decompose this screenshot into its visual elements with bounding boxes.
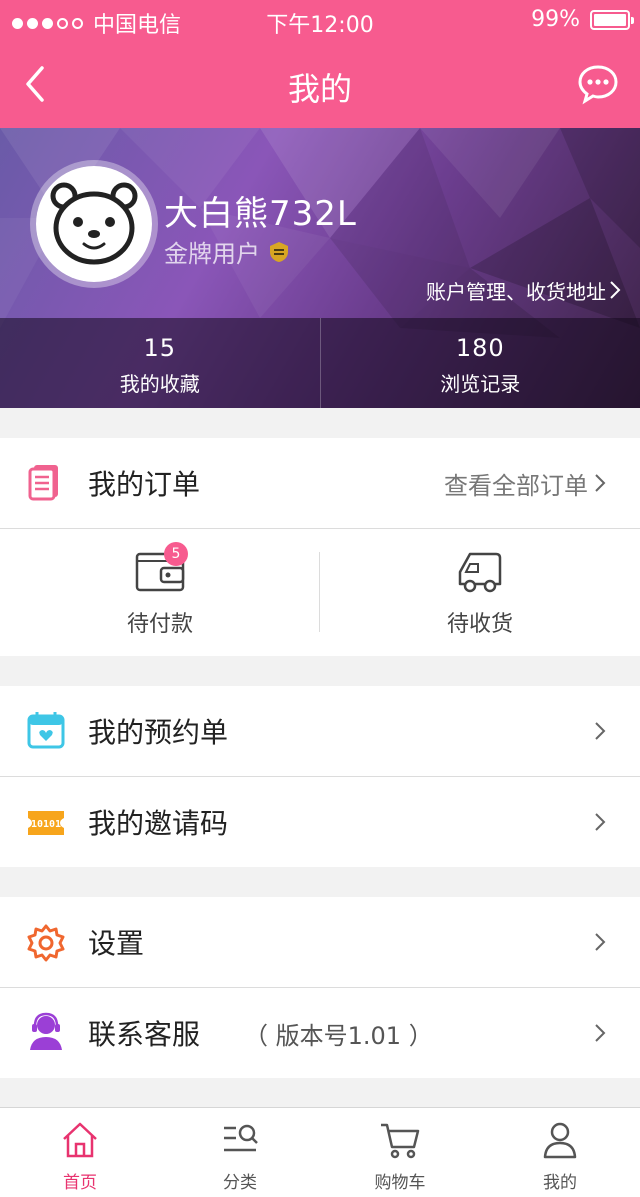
services-card: 我的预约单 10101 我的邀请码 bbox=[0, 686, 640, 867]
message-button[interactable] bbox=[576, 62, 620, 106]
profile-stats: 15 我的收藏 180 浏览记录 bbox=[0, 318, 640, 408]
view-all-orders-link[interactable]: 查看全部订单 bbox=[444, 466, 588, 501]
stat-value: 15 bbox=[143, 334, 177, 362]
customer-service-row[interactable]: 联系客服 （ 版本号1.01 ） bbox=[0, 988, 640, 1078]
settings-row[interactable]: 设置 bbox=[0, 897, 640, 987]
stat-favorites[interactable]: 15 我的收藏 bbox=[0, 318, 320, 408]
chevron-right-icon bbox=[595, 813, 606, 831]
calendar-heart-icon bbox=[27, 712, 65, 749]
stat-label: 我的收藏 bbox=[119, 372, 200, 396]
chevron-right-icon bbox=[595, 933, 606, 951]
order-list-icon bbox=[28, 465, 58, 501]
profile-banner: 大白熊732L 金牌用户 账户管理、收货地址 15 我的收藏 180 浏览记录 bbox=[0, 128, 640, 408]
battery-icon bbox=[590, 9, 634, 30]
tab-label: 购物车 bbox=[374, 1173, 426, 1193]
truck-icon bbox=[458, 552, 502, 593]
customer-service-icon bbox=[30, 1012, 62, 1050]
chevron-right-icon bbox=[610, 281, 621, 299]
tab-me[interactable]: 我的 bbox=[480, 1108, 640, 1197]
pending-delivery-label: 待收货 bbox=[446, 612, 513, 637]
pending-count-badge: 5 bbox=[164, 542, 188, 566]
stat-history[interactable]: 180 浏览记录 bbox=[321, 318, 640, 408]
chevron-right-icon bbox=[595, 722, 606, 740]
chevron-right-icon bbox=[595, 474, 606, 492]
my-reservations-label: 我的预约单 bbox=[88, 716, 229, 749]
chat-bubble-icon bbox=[578, 65, 618, 105]
svg-text:10101: 10101 bbox=[31, 819, 61, 830]
user-level: 金牌用户 bbox=[164, 234, 290, 269]
tab-cart[interactable]: 购物车 bbox=[320, 1108, 480, 1197]
stat-label: 浏览记录 bbox=[440, 372, 521, 396]
orders-card: 我的订单 查看全部订单 5 待付款 待收货 bbox=[0, 438, 640, 656]
tab-label: 我的 bbox=[543, 1173, 577, 1193]
category-search-icon bbox=[224, 1124, 258, 1152]
cart-icon bbox=[381, 1123, 420, 1159]
bear-avatar-icon bbox=[50, 182, 138, 265]
stat-value: 180 bbox=[455, 334, 505, 362]
tab-bar: 首页 分类 购物车 我的 bbox=[0, 1107, 640, 1197]
gear-icon bbox=[27, 924, 65, 962]
customer-service-label: 联系客服 bbox=[88, 1018, 201, 1051]
battery-percent: 99% bbox=[531, 7, 580, 32]
version-label: （ 版本号1.01 ） bbox=[244, 1021, 433, 1050]
my-orders-row[interactable]: 我的订单 查看全部订单 bbox=[0, 438, 640, 528]
settings-card: 设置 联系客服 （ 版本号1.01 ） bbox=[0, 897, 640, 1078]
my-reservations-row[interactable]: 我的预约单 bbox=[0, 686, 640, 776]
user-icon bbox=[543, 1122, 577, 1159]
pending-delivery-button[interactable]: 待收货 bbox=[320, 528, 640, 656]
tab-home[interactable]: 首页 bbox=[0, 1108, 160, 1197]
tab-category[interactable]: 分类 bbox=[160, 1108, 320, 1197]
invite-code-label: 我的邀请码 bbox=[88, 807, 229, 840]
user-name: 大白熊732L bbox=[164, 194, 357, 234]
avatar[interactable] bbox=[30, 160, 158, 288]
status-bar: 中国电信 下午12:00 99% bbox=[0, 0, 640, 40]
invite-code-row[interactable]: 10101 我的邀请码 bbox=[0, 777, 640, 867]
order-status-row: 5 待付款 待收货 bbox=[0, 528, 640, 656]
user-level-label: 金牌用户 bbox=[164, 240, 260, 268]
settings-label: 设置 bbox=[88, 927, 145, 960]
chevron-right-icon bbox=[595, 1024, 606, 1042]
pending-payment-button[interactable]: 5 待付款 bbox=[0, 528, 320, 656]
account-settings-link[interactable]: 账户管理、收货地址 bbox=[426, 276, 606, 305]
pending-payment-label: 待付款 bbox=[126, 612, 193, 637]
tab-label: 分类 bbox=[223, 1173, 257, 1193]
ticket-icon: 10101 bbox=[28, 811, 64, 835]
gold-badge-icon bbox=[270, 241, 288, 262]
home-icon bbox=[63, 1122, 97, 1158]
my-orders-label: 我的订单 bbox=[88, 468, 201, 501]
page-title: 我的 bbox=[287, 70, 352, 108]
nav-bar: 我的 bbox=[0, 40, 640, 128]
tab-label: 首页 bbox=[63, 1173, 97, 1193]
